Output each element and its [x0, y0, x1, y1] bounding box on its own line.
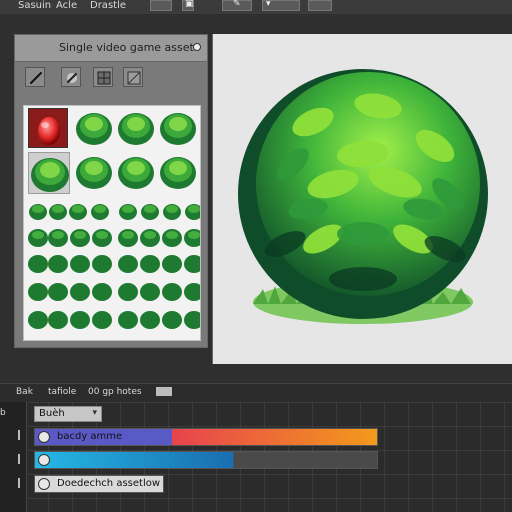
sprite-cell-bush[interactable] [116, 108, 156, 148]
top-menu-bar: Sasuin Acle Drastle ▣ ✎ ▾ [0, 0, 512, 14]
layer-dropdown[interactable]: Buèh ▾ [34, 406, 102, 422]
grid-icon [97, 71, 111, 85]
layer-dropdown-value: Buèh [39, 408, 65, 419]
asset-panel-title: Single video game asset [59, 41, 194, 54]
top-toolbar-button-4[interactable] [308, 0, 332, 11]
sprite-cell-bush[interactable] [74, 152, 114, 192]
bush-icon [31, 158, 69, 192]
bush-preview-illustration [238, 69, 488, 324]
dropper-tool-button[interactable] [61, 67, 81, 87]
tab-back[interactable]: Bak [16, 384, 33, 402]
track-toggle-knob[interactable] [38, 454, 50, 466]
pencil-icon [30, 72, 42, 84]
pen-tool-button[interactable] [25, 67, 45, 87]
bush-icon [118, 113, 154, 145]
top-toolbar-dropdown[interactable]: ▾ [262, 0, 300, 11]
tab-color-swatch[interactable] [156, 387, 172, 396]
timeline-left-label: b [0, 408, 6, 418]
top-toolbar-pen-button[interactable]: ✎ [222, 0, 252, 11]
bush-icon [160, 157, 196, 189]
red-egg-icon [38, 117, 60, 145]
timeline-track-1-label: bacdy amme [57, 431, 123, 442]
dropper-icon [67, 73, 77, 83]
square-icon: ▣ [185, 0, 194, 9]
asset-panel-header: Single video game asset [15, 35, 207, 62]
bush-icon [76, 113, 112, 145]
blend-icon [127, 71, 141, 85]
timeline-tick [18, 478, 20, 488]
chevron-down-icon: ▾ [266, 0, 271, 9]
menu-item-1[interactable]: Sasuin [18, 0, 51, 14]
grid-tool-button[interactable] [93, 67, 113, 87]
timeline-track-1[interactable]: bacdy amme [34, 428, 378, 446]
timeline-tick [18, 430, 20, 440]
bush-icon [76, 157, 112, 189]
asset-panel: Single video game asset [14, 34, 208, 348]
bottom-tabs-bar: Bak tafiole 00 gp hotes [0, 383, 512, 402]
sprite-cell-bush[interactable] [158, 108, 198, 148]
timeline-track-2[interactable] [34, 451, 378, 469]
timeline-track-3-label: Doedechch assetlow [57, 478, 161, 489]
menu-item-3[interactable]: Drastle [90, 0, 126, 14]
sprite-cell-bush[interactable] [28, 152, 70, 194]
bush-icon [118, 157, 154, 189]
blend-tool-button[interactable] [123, 67, 143, 87]
bush-icon [160, 113, 196, 145]
track-toggle-knob[interactable] [38, 478, 50, 490]
timeline-track-3[interactable]: Doedechch assetlow [34, 475, 164, 493]
sprite-cell-bush[interactable] [116, 152, 156, 192]
chevron-down-icon: ▾ [92, 408, 97, 418]
sprite-cell-selected[interactable] [28, 108, 68, 148]
sprite-cell-bush[interactable] [74, 108, 114, 148]
preview-canvas [212, 34, 512, 364]
timeline-left-rail: b [0, 402, 27, 512]
top-toolbar-square-button[interactable]: ▣ [182, 0, 194, 11]
small-bushes-icon [28, 204, 200, 329]
timeline-tick [18, 454, 20, 464]
pen-icon: ✎ [233, 0, 241, 9]
tab-tafiole[interactable]: tafiole [48, 384, 76, 402]
menu-item-2[interactable]: Acle [56, 0, 77, 14]
top-toolbar-button-1[interactable] [150, 0, 172, 11]
tab-gp-hotes[interactable]: 00 gp hotes [88, 384, 142, 402]
sprite-cell-bush[interactable] [158, 152, 198, 192]
track-toggle-knob[interactable] [38, 431, 50, 443]
sprite-sheet [23, 105, 201, 341]
panel-close-icon[interactable] [193, 43, 201, 51]
